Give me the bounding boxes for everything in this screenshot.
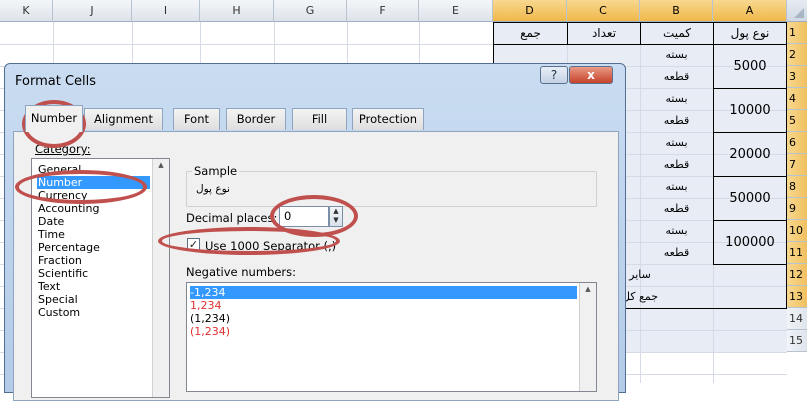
negative-numbers-label: Negative numbers:: [186, 265, 297, 279]
list-item[interactable]: Special: [38, 293, 78, 306]
negative-numbers-scrollbar[interactable]: ▲: [579, 283, 596, 391]
row-header-10[interactable]: 10: [787, 220, 807, 242]
list-item[interactable]: 1,234: [190, 299, 222, 312]
col-header-c[interactable]: C: [567, 0, 640, 22]
list-item[interactable]: (1,234): [190, 312, 230, 325]
decimal-places-input[interactable]: 0: [279, 206, 329, 227]
list-item[interactable]: Scientific: [38, 267, 88, 280]
scroll-up-icon[interactable]: ▲: [153, 161, 169, 169]
category-label: Category:: [35, 142, 91, 156]
help-button[interactable]: ?: [540, 66, 568, 84]
row-header-9[interactable]: 9: [787, 198, 807, 220]
list-item[interactable]: Custom: [38, 306, 80, 319]
row-header-14[interactable]: 14: [787, 308, 807, 330]
decimal-places-label: Decimal places:: [186, 211, 278, 225]
use-1000-separator-label: Use 1000 Separator (,): [205, 239, 337, 253]
dialog-title: Format Cells: [15, 74, 97, 89]
tab-protection[interactable]: Protection: [352, 108, 424, 130]
row-header-15[interactable]: 15: [787, 330, 807, 352]
col-header-i[interactable]: I: [132, 0, 200, 22]
spin-down-icon[interactable]: ▼: [330, 216, 342, 225]
list-item[interactable]: General: [38, 163, 81, 176]
use-1000-separator-checkbox[interactable]: ✓: [187, 238, 200, 251]
row-header-13[interactable]: 13: [787, 286, 807, 308]
sample-value: نوع پول: [196, 183, 230, 195]
sample-box: [186, 171, 597, 207]
row-header-2[interactable]: 2: [787, 44, 807, 66]
row-header-12[interactable]: 12: [787, 264, 807, 286]
row-header-1[interactable]: 1: [787, 22, 807, 44]
row-header-8[interactable]: 8: [787, 176, 807, 198]
negative-numbers-list[interactable]: -1,234 1,234 (1,234) (1,234) ▲: [186, 282, 597, 392]
category-list[interactable]: General Number Currency Accounting Date …: [31, 158, 170, 398]
tab-number[interactable]: Number: [25, 105, 83, 132]
list-item[interactable]: -1,234: [190, 286, 577, 299]
sample-label: Sample: [192, 164, 240, 178]
category-scrollbar[interactable]: ▲: [152, 159, 169, 397]
list-item[interactable]: Time: [38, 228, 65, 241]
spin-up-icon[interactable]: ▲: [330, 207, 342, 216]
list-item[interactable]: Fraction: [38, 254, 82, 267]
row-header-7[interactable]: 7: [787, 154, 807, 176]
row-header-5[interactable]: 5: [787, 110, 807, 132]
list-item[interactable]: Text: [38, 280, 60, 293]
tab-font[interactable]: Font: [173, 108, 220, 130]
tab-border[interactable]: Border: [226, 108, 286, 130]
row-header-3[interactable]: 3: [787, 66, 807, 88]
list-item[interactable]: (1,234): [190, 325, 230, 338]
row-header-4[interactable]: 4: [787, 88, 807, 110]
col-header-h[interactable]: H: [200, 0, 274, 22]
list-item[interactable]: Date: [38, 215, 64, 228]
decimal-places-spinner[interactable]: ▲ ▼: [329, 206, 343, 227]
close-button[interactable]: x: [569, 66, 613, 84]
col-header-f[interactable]: F: [347, 0, 419, 22]
row-header-6[interactable]: 6: [787, 132, 807, 154]
scroll-up-icon[interactable]: ▲: [580, 285, 596, 293]
row-header-11[interactable]: 11: [787, 242, 807, 264]
list-item[interactable]: Accounting: [38, 202, 99, 215]
select-all-corner[interactable]: [787, 0, 807, 22]
col-header-g[interactable]: G: [274, 0, 347, 22]
col-header-e[interactable]: E: [419, 0, 493, 22]
col-header-k[interactable]: K: [0, 0, 53, 22]
col-header-a[interactable]: A: [713, 0, 787, 22]
tab-alignment[interactable]: Alignment: [84, 108, 163, 130]
list-item[interactable]: Currency: [38, 189, 88, 202]
col-header-b[interactable]: B: [640, 0, 713, 22]
col-header-d[interactable]: D: [493, 0, 567, 22]
col-header-j[interactable]: J: [53, 0, 132, 22]
list-item[interactable]: Percentage: [38, 241, 100, 254]
list-item[interactable]: Number: [37, 176, 150, 189]
tab-fill[interactable]: Fill: [292, 108, 347, 130]
